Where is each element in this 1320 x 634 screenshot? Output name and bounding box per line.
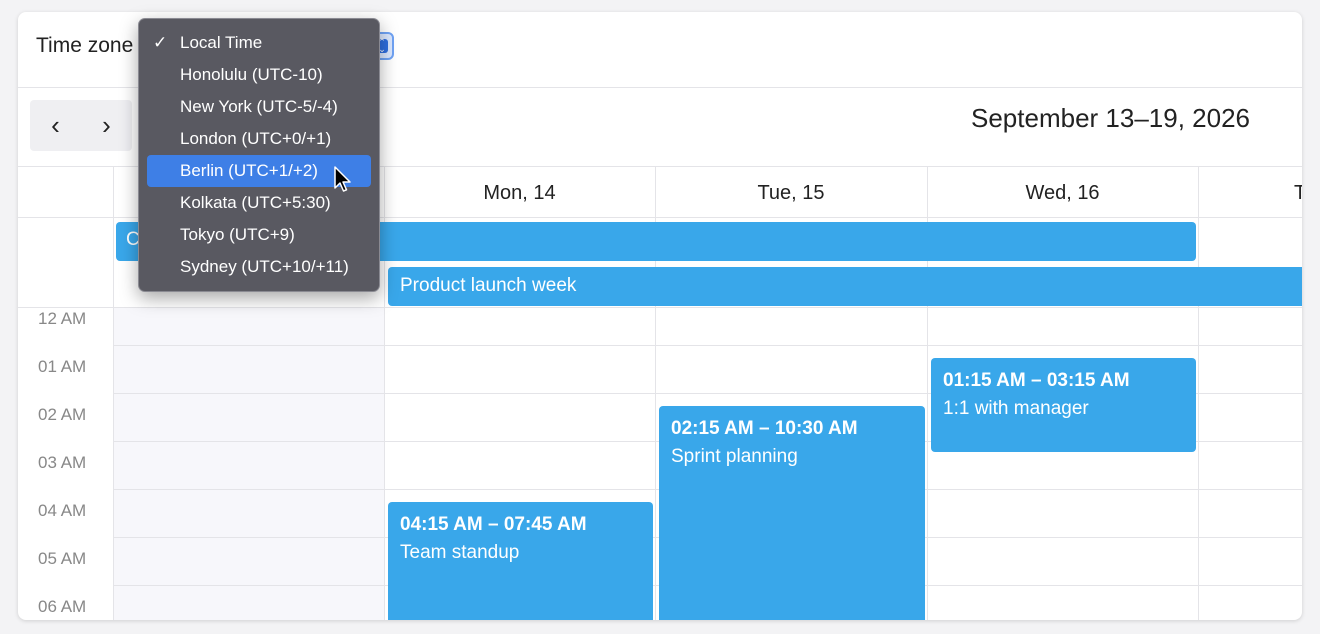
day-header[interactable]: Wed, 16 xyxy=(927,182,1198,205)
day-header[interactable]: Mon, 14 xyxy=(384,182,655,205)
sunday-column-bg xyxy=(113,308,384,620)
event-title: Sprint planning xyxy=(671,446,798,467)
option-label: Kolkata (UTC+5:30) xyxy=(180,193,331,212)
timezone-option[interactable]: Tokyo (UTC+9) xyxy=(147,219,371,251)
day-header[interactable]: T xyxy=(1294,182,1302,205)
event-title: Team standup xyxy=(400,542,520,563)
timezone-option[interactable]: New York (UTC-5/-4) xyxy=(147,91,371,123)
hour-label: 01 AM xyxy=(38,357,87,376)
option-label: New York (UTC-5/-4) xyxy=(180,97,338,116)
timezone-option[interactable]: Honolulu (UTC-10) xyxy=(147,59,371,91)
hour-label: 04 AM xyxy=(38,501,87,520)
hour-label: 03 AM xyxy=(38,453,87,472)
event-time: 01:15 AM – 03:15 AM xyxy=(943,370,1130,391)
event-block[interactable]: 04:15 AM – 07:45 AM Team standup xyxy=(388,502,653,620)
hour-label: 12 AM xyxy=(38,309,87,328)
hour-label: 05 AM xyxy=(38,549,87,568)
timezone-option[interactable]: ✓ Local Time xyxy=(147,27,371,59)
option-label: Honolulu (UTC-10) xyxy=(180,65,323,84)
event-title: 1:1 with manager xyxy=(943,398,1089,419)
hour-line xyxy=(113,345,1302,346)
hour-label: 06 AM xyxy=(38,597,87,616)
chevron-right-icon[interactable]: › xyxy=(81,100,132,151)
option-label: Sydney (UTC+10/+11) xyxy=(180,257,349,276)
hour-label: 02 AM xyxy=(38,405,87,424)
allday-event-label: Product launch week xyxy=(400,275,577,296)
timezone-option[interactable]: London (UTC+0/+1) xyxy=(147,123,371,155)
event-block[interactable]: 01:15 AM – 03:15 AM 1:1 with manager xyxy=(931,358,1196,452)
option-label: Berlin (UTC+1/+2) xyxy=(180,161,318,180)
event-time: 02:15 AM – 10:30 AM xyxy=(671,418,858,439)
chevron-left-icon[interactable]: ‹ xyxy=(30,100,81,151)
date-range-title: September 13–19, 2026 xyxy=(971,103,1250,133)
nav-buttons: ‹ › xyxy=(30,100,132,151)
option-label: Local Time xyxy=(180,33,263,52)
mouse-pointer-icon xyxy=(334,166,351,192)
event-time: 04:15 AM – 07:45 AM xyxy=(400,514,587,535)
event-block[interactable]: 02:15 AM – 10:30 AM Sprint planning xyxy=(659,406,925,620)
timezone-label: Time zone xyxy=(36,34,134,57)
checkmark-icon: ✓ xyxy=(153,33,168,52)
day-header[interactable]: Tue, 15 xyxy=(655,182,927,205)
allday-event[interactable]: Product launch week xyxy=(388,267,1302,306)
option-label: Tokyo (UTC+9) xyxy=(180,225,295,244)
timezone-option[interactable]: Sydney (UTC+10/+11) xyxy=(147,251,371,283)
option-label: London (UTC+0/+1) xyxy=(180,129,332,148)
allday-divider xyxy=(18,307,1302,308)
timezone-dropdown: ✓ Local Time Honolulu (UTC-10) New York (… xyxy=(138,18,380,292)
